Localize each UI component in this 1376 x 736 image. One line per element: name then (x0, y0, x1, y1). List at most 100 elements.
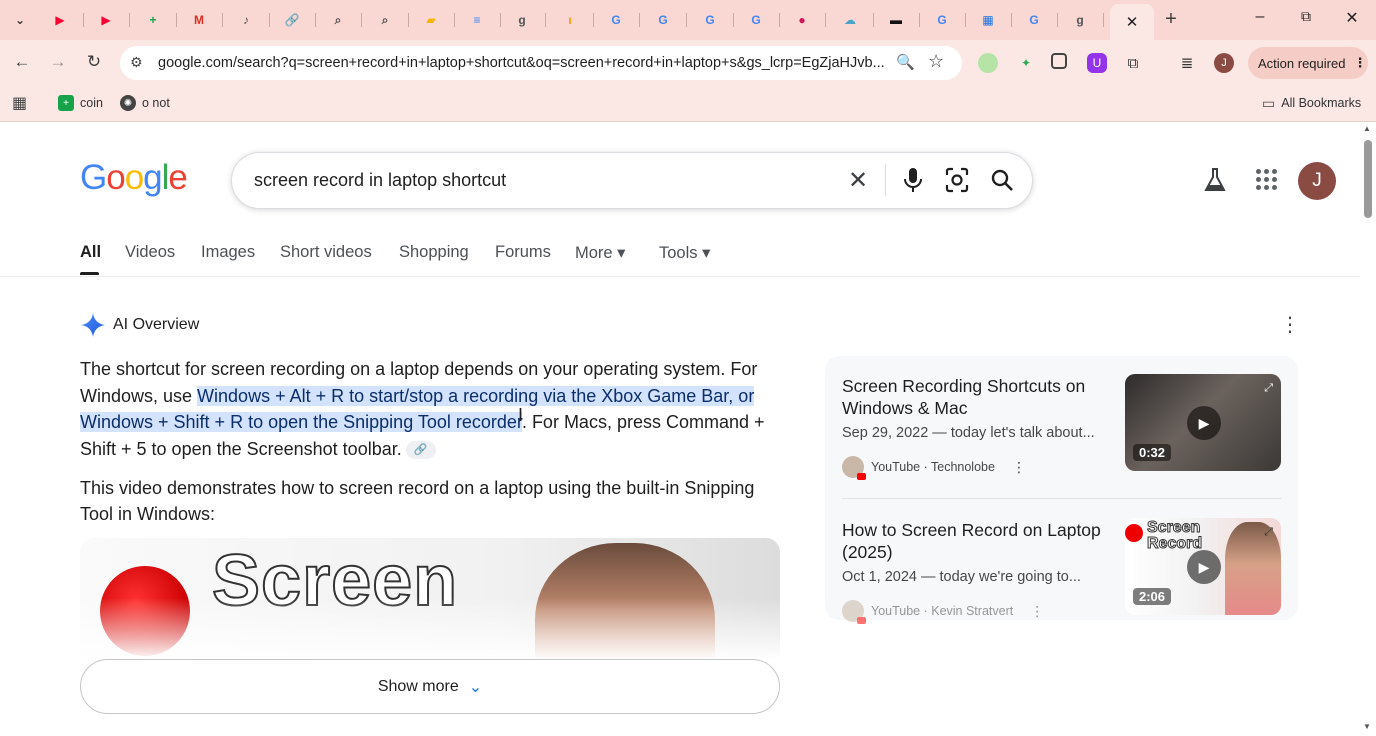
logo-letter: o (124, 158, 144, 197)
google-icon[interactable]: g (511, 9, 533, 31)
google-icon[interactable]: G (745, 9, 767, 31)
voice-search-icon[interactable] (900, 166, 926, 194)
video-thumbnail[interactable]: Screen Record ⤢ ▶ 2:06 (1125, 518, 1281, 615)
lens-search-icon[interactable] (944, 166, 970, 194)
zoom-icon[interactable]: 🔍 (896, 53, 915, 71)
tab-separator (545, 13, 546, 27)
ublock-icon[interactable]: U (1087, 53, 1107, 73)
maximize-button[interactable]: ⧉ (1293, 8, 1319, 32)
active-tab[interactable]: ✕ (1110, 4, 1154, 40)
active-tab-indicator (80, 272, 99, 275)
back-button[interactable]: ← (8, 52, 36, 76)
music-icon[interactable]: ♪ (235, 9, 257, 31)
forward-button[interactable]: → (44, 52, 72, 76)
apps-grid-icon[interactable]: ▦ (12, 93, 27, 113)
sheets-icon: + (58, 95, 74, 111)
grid-icon[interactable]: ▦ (977, 9, 999, 31)
tab-more[interactable]: More ▾ (575, 243, 625, 263)
profile-icon[interactable]: J (1214, 53, 1234, 73)
link-icon[interactable]: 🔗 (281, 9, 303, 31)
show-more-button[interactable]: Show more ⌄ (80, 659, 780, 714)
youtube-icon[interactable]: ▶ (49, 9, 71, 31)
labs-flask-icon[interactable] (1203, 167, 1227, 193)
google-logo[interactable]: Google (80, 158, 188, 198)
tab-orange-icon[interactable]: ı (559, 9, 581, 31)
google-icon[interactable]: G (605, 9, 627, 31)
tabs-divider (0, 276, 1360, 277)
new-tab-button[interactable]: + (1160, 9, 1182, 31)
all-bookmarks[interactable]: ▭ All Bookmarks (1262, 93, 1361, 113)
more-options-icon[interactable]: ⋮ (1030, 603, 1044, 620)
bookmarks-bar (0, 88, 1376, 122)
video-title[interactable]: How to Screen Record on Laptop (2025) (842, 519, 1112, 563)
youtube-channel-icon (842, 456, 866, 480)
play-icon[interactable]: ▶ (1187, 406, 1221, 440)
cloud-icon[interactable]: ☁ (839, 9, 861, 31)
search-icon[interactable]: ⌕ (374, 9, 396, 31)
search-icon[interactable] (989, 166, 1015, 194)
play-icon[interactable]: ▶ (1187, 550, 1221, 584)
google-icon[interactable]: G (1023, 9, 1045, 31)
google-apps-icon[interactable] (1256, 169, 1278, 191)
search-divider (885, 164, 886, 196)
google-icon[interactable]: G (699, 9, 721, 31)
media-control-icon[interactable]: ≣ (1177, 53, 1197, 73)
sheets-icon[interactable]: + (142, 9, 164, 31)
scrollbar-thumb[interactable] (1364, 140, 1372, 218)
close-window-button[interactable]: ✕ (1339, 8, 1365, 32)
tab-copy-icon[interactable] (1051, 53, 1067, 69)
expand-icon[interactable]: ⤢ (1264, 526, 1273, 539)
tab-search-icon[interactable]: ⌄ (9, 9, 31, 31)
tab-images[interactable]: Images (201, 243, 255, 262)
url-text[interactable]: google.com/search?q=screen+record+in+lap… (158, 55, 888, 71)
ai-overview-title: AI Overview (113, 316, 200, 333)
bookmark-o-not[interactable]: ✺ o not (120, 93, 170, 113)
tab-separator (269, 13, 270, 27)
docs-icon[interactable]: ≡ (466, 9, 488, 31)
minimize-button[interactable]: – (1247, 8, 1273, 32)
bookmark-coin[interactable]: + coin (58, 93, 103, 113)
site-info-icon[interactable]: ⚙ (130, 54, 143, 71)
imdb-icon[interactable]: ▬ (885, 9, 907, 31)
thumb-fade (80, 598, 780, 658)
logo-letter: G (80, 158, 107, 197)
link-chip-icon[interactable]: 🔗 (405, 441, 436, 460)
ai-video-thumbnail[interactable]: Screen (80, 538, 780, 658)
expand-icon[interactable]: ⤢ (1264, 382, 1273, 395)
avatar[interactable]: J (1298, 162, 1336, 200)
youtube-channel-icon (842, 600, 866, 624)
menu-kebab-icon[interactable]: ⋮ (1353, 55, 1366, 71)
fire-icon[interactable]: ● (791, 9, 813, 31)
folder-icon[interactable]: ▰ (420, 9, 442, 31)
extensions-icon[interactable]: ⧉ (1123, 53, 1143, 73)
google-icon[interactable]: g (1069, 9, 1091, 31)
google-icon[interactable]: G (931, 9, 953, 31)
extension-icon[interactable] (978, 53, 998, 73)
search-input[interactable]: screen record in laptop shortcut (254, 170, 506, 191)
video-title[interactable]: Screen Recording Shortcuts on Windows & … (842, 375, 1112, 419)
ai-overview-menu-icon[interactable]: ⋮ (1280, 315, 1300, 335)
close-tab-icon[interactable]: ✕ (1126, 13, 1139, 31)
youtube-icon[interactable]: ▶ (95, 9, 117, 31)
gmail-icon[interactable]: M (188, 9, 210, 31)
google-icon[interactable]: G (652, 9, 674, 31)
bookmark-star-icon[interactable]: ☆ (928, 51, 944, 72)
tab-tools[interactable]: Tools ▾ (659, 243, 710, 263)
search-icon[interactable]: ⌕ (327, 9, 349, 31)
tab-separator (1103, 13, 1104, 27)
tab-all[interactable]: All (80, 243, 101, 262)
action-required-button[interactable]: Action required ⋮ (1248, 47, 1368, 79)
tab-videos[interactable]: Videos (125, 243, 175, 262)
tab-separator (686, 13, 687, 27)
reload-button[interactable]: ↻ (80, 52, 108, 76)
extension-puzzle-icon[interactable]: ✦ (1016, 53, 1036, 73)
scroll-down-arrow-icon[interactable]: ▼ (1363, 722, 1371, 731)
scroll-up-arrow-icon[interactable]: ▲ (1363, 124, 1371, 133)
tab-short-videos[interactable]: Short videos (280, 243, 372, 262)
clear-search-icon[interactable]: ✕ (848, 166, 868, 195)
tab-shopping[interactable]: Shopping (399, 243, 469, 262)
tab-forums[interactable]: Forums (495, 243, 551, 262)
more-options-icon[interactable]: ⋮ (1012, 459, 1026, 476)
video-thumbnail[interactable]: ⤢ ▶ 0:32 (1125, 374, 1281, 471)
video-source: YouTube · Kevin Stratvert ⋮ (842, 600, 1044, 624)
